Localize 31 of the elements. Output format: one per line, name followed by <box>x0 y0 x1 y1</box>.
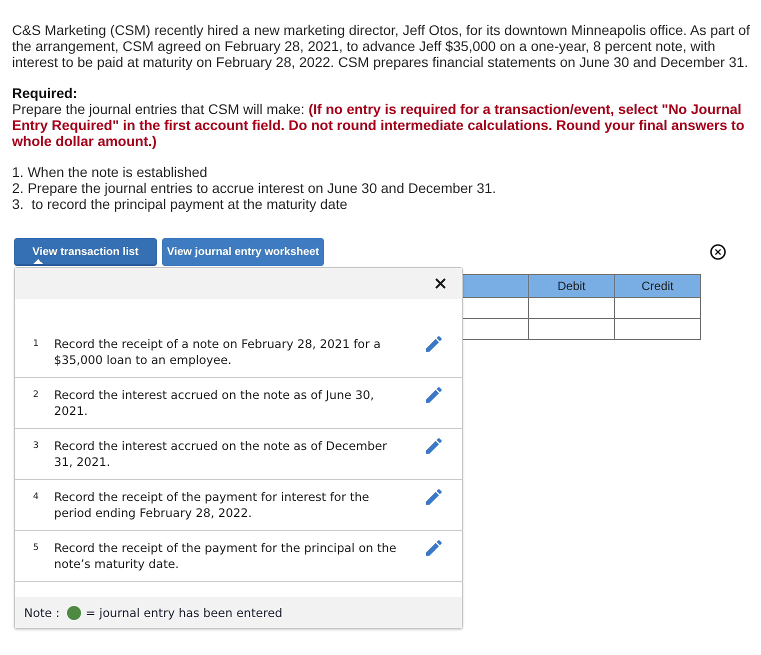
transaction-description: Record the receipt of the payment for interest for the period ending February 28, 2022. <box>54 489 370 521</box>
transaction-number: 3 <box>32 440 40 453</box>
table-header-cell <box>462 274 528 298</box>
table-header-cell: Credit <box>614 274 700 298</box>
requirement-step: 2. Prepare the journal entries to accrue interest on June 30 and December 31. <box>12 180 496 196</box>
pencil-icon[interactable] <box>426 540 442 556</box>
transaction-description: Record the interest accrued on the note as of December 31, 2021. <box>54 438 388 470</box>
transaction-number: 1 <box>32 338 40 351</box>
required-heading: Required: <box>12 85 78 101</box>
note-text: = journal entry has been entered <box>86 606 282 620</box>
tab-button[interactable]: View transaction list <box>14 238 157 266</box>
transaction-description: Record the interest accrued on the note as of June 30, 2021. <box>54 387 375 419</box>
tab-button[interactable]: View journal entry worksheet <box>162 238 324 266</box>
pencil-icon[interactable] <box>426 489 442 505</box>
entered-dot-icon <box>66 606 81 620</box>
transaction-description: Record the receipt of a note on February 28, 2021 for a $35,000 loan to an employee. <box>54 336 382 368</box>
table-header-cell: Debit <box>528 274 614 298</box>
instruction-text: Prepare the journal entries that CSM will make: (If no entry is required for a transaction/event, select "No Journal Entry Required" in the first account field. Do not round intermediate calculations. Round your final answers to whole dollar amount.) <box>12 101 746 149</box>
requirement-step: 3. to record the principal payment at the maturity date <box>12 196 348 212</box>
transaction-number: 4 <box>32 491 40 504</box>
note-label: Note : <box>24 606 60 620</box>
requirement-step: 1. When the note is established <box>12 164 208 180</box>
transaction-number: 5 <box>32 542 40 555</box>
pencil-icon[interactable] <box>426 438 442 454</box>
transaction-description: Record the receipt of the payment for the principal on the note’s maturity date. <box>54 540 398 572</box>
pencil-icon[interactable] <box>426 336 442 352</box>
pencil-icon[interactable] <box>426 387 442 403</box>
transaction-number: 2 <box>32 389 40 402</box>
close-icon[interactable] <box>435 278 446 289</box>
problem-text: C&S Marketing (CSM) recently hired a new marketing director, Jeff Otos, for its downtown Minneapolis office. As part of the arrangement, CSM agreed on February 28, 2021, to advance Jeff $35,000 on a one-year, 8 percent note, with interest to be paid at maturity on February 28, 2022. CSM prepares financial statements on June 30 and December 31. <box>12 22 751 70</box>
close-icon[interactable] <box>710 244 726 260</box>
